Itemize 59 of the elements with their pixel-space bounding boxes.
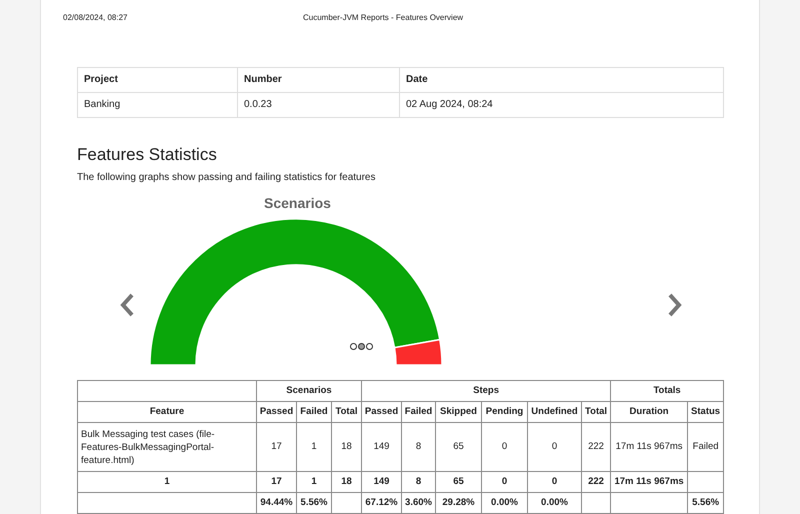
- table-cell: 5.56%: [692, 496, 720, 508]
- group-header: Totals: [610, 380, 724, 402]
- column-header: Failed: [402, 402, 436, 422]
- table-cell: 149: [374, 476, 390, 487]
- column-header: Status: [688, 402, 724, 422]
- timestamp: 02/08/2024, 08:27: [63, 12, 129, 24]
- column-header: Project: [78, 67, 238, 92]
- table-cell: 02 Aug 2024, 08:24: [400, 92, 724, 118]
- column-header: Passed: [362, 402, 402, 422]
- table-cell: 17m 11s 967ms: [616, 440, 683, 452]
- section-title: Features Statistics: [77, 144, 218, 165]
- column-header: Total: [332, 402, 362, 422]
- table-cell: 17: [271, 476, 282, 487]
- column-header: Date: [400, 67, 724, 92]
- table-cell: 65: [453, 476, 464, 487]
- table-cell: Failed: [692, 440, 719, 452]
- chevron-left-icon[interactable]: [119, 292, 135, 317]
- group-header: Steps: [362, 380, 611, 402]
- table-cell: Banking: [78, 92, 238, 118]
- column-header: Skipped: [436, 402, 482, 422]
- table-cell: 222: [588, 476, 604, 487]
- table-cell: 8: [416, 476, 422, 487]
- table-cell: 0.00%: [491, 496, 518, 508]
- table-cell: 0: [502, 440, 508, 452]
- table-cell: 17: [271, 440, 282, 452]
- table-cell: 17m 11s 967ms: [614, 476, 684, 487]
- table-cell: 0.0.23: [238, 92, 400, 118]
- table-cell: 149: [374, 440, 390, 452]
- section-description: The following graphs show passing and failing statistics for features: [77, 170, 376, 185]
- table-cell: 29.28%: [442, 496, 475, 508]
- column-header: Total: [582, 402, 611, 422]
- table-cell: 0.00%: [541, 496, 568, 508]
- table-cell: 18: [341, 476, 352, 487]
- table-cell: 0: [552, 476, 558, 487]
- table-cell: 222: [588, 440, 604, 452]
- table-cell: 65: [453, 440, 464, 452]
- page-header-title: Cucumber-JVM Reports - Features Overview: [303, 12, 464, 24]
- column-header: Passed: [256, 402, 296, 422]
- column-header: Failed: [296, 402, 332, 422]
- table-cell: 18: [341, 440, 352, 452]
- table-cell: Bulk Messaging test cases (file-Features-BulkMessagingPortal-feature.html): [81, 428, 215, 466]
- column-header: Undefined: [528, 402, 582, 422]
- table-cell: 1: [311, 476, 317, 487]
- group-header: Scenarios: [256, 380, 362, 402]
- table-cell: 0: [502, 476, 508, 487]
- table-cell: 1: [164, 476, 170, 487]
- chart-title: Scenarios: [264, 194, 331, 213]
- table-cell: 3.60%: [405, 496, 432, 508]
- column-header: Pending: [482, 402, 528, 422]
- table-cell: 67.12%: [365, 496, 398, 508]
- table-cell: 1: [311, 440, 317, 452]
- column-header: Feature: [78, 402, 256, 422]
- table-cell: 8: [416, 440, 422, 452]
- table-cell: 94.44%: [260, 496, 293, 508]
- chevron-right-icon[interactable]: [667, 292, 683, 317]
- table-cell: 5.56%: [300, 496, 328, 508]
- table-cell: 0: [552, 440, 558, 452]
- column-header: Duration: [610, 402, 688, 422]
- column-header: Number: [238, 67, 400, 92]
